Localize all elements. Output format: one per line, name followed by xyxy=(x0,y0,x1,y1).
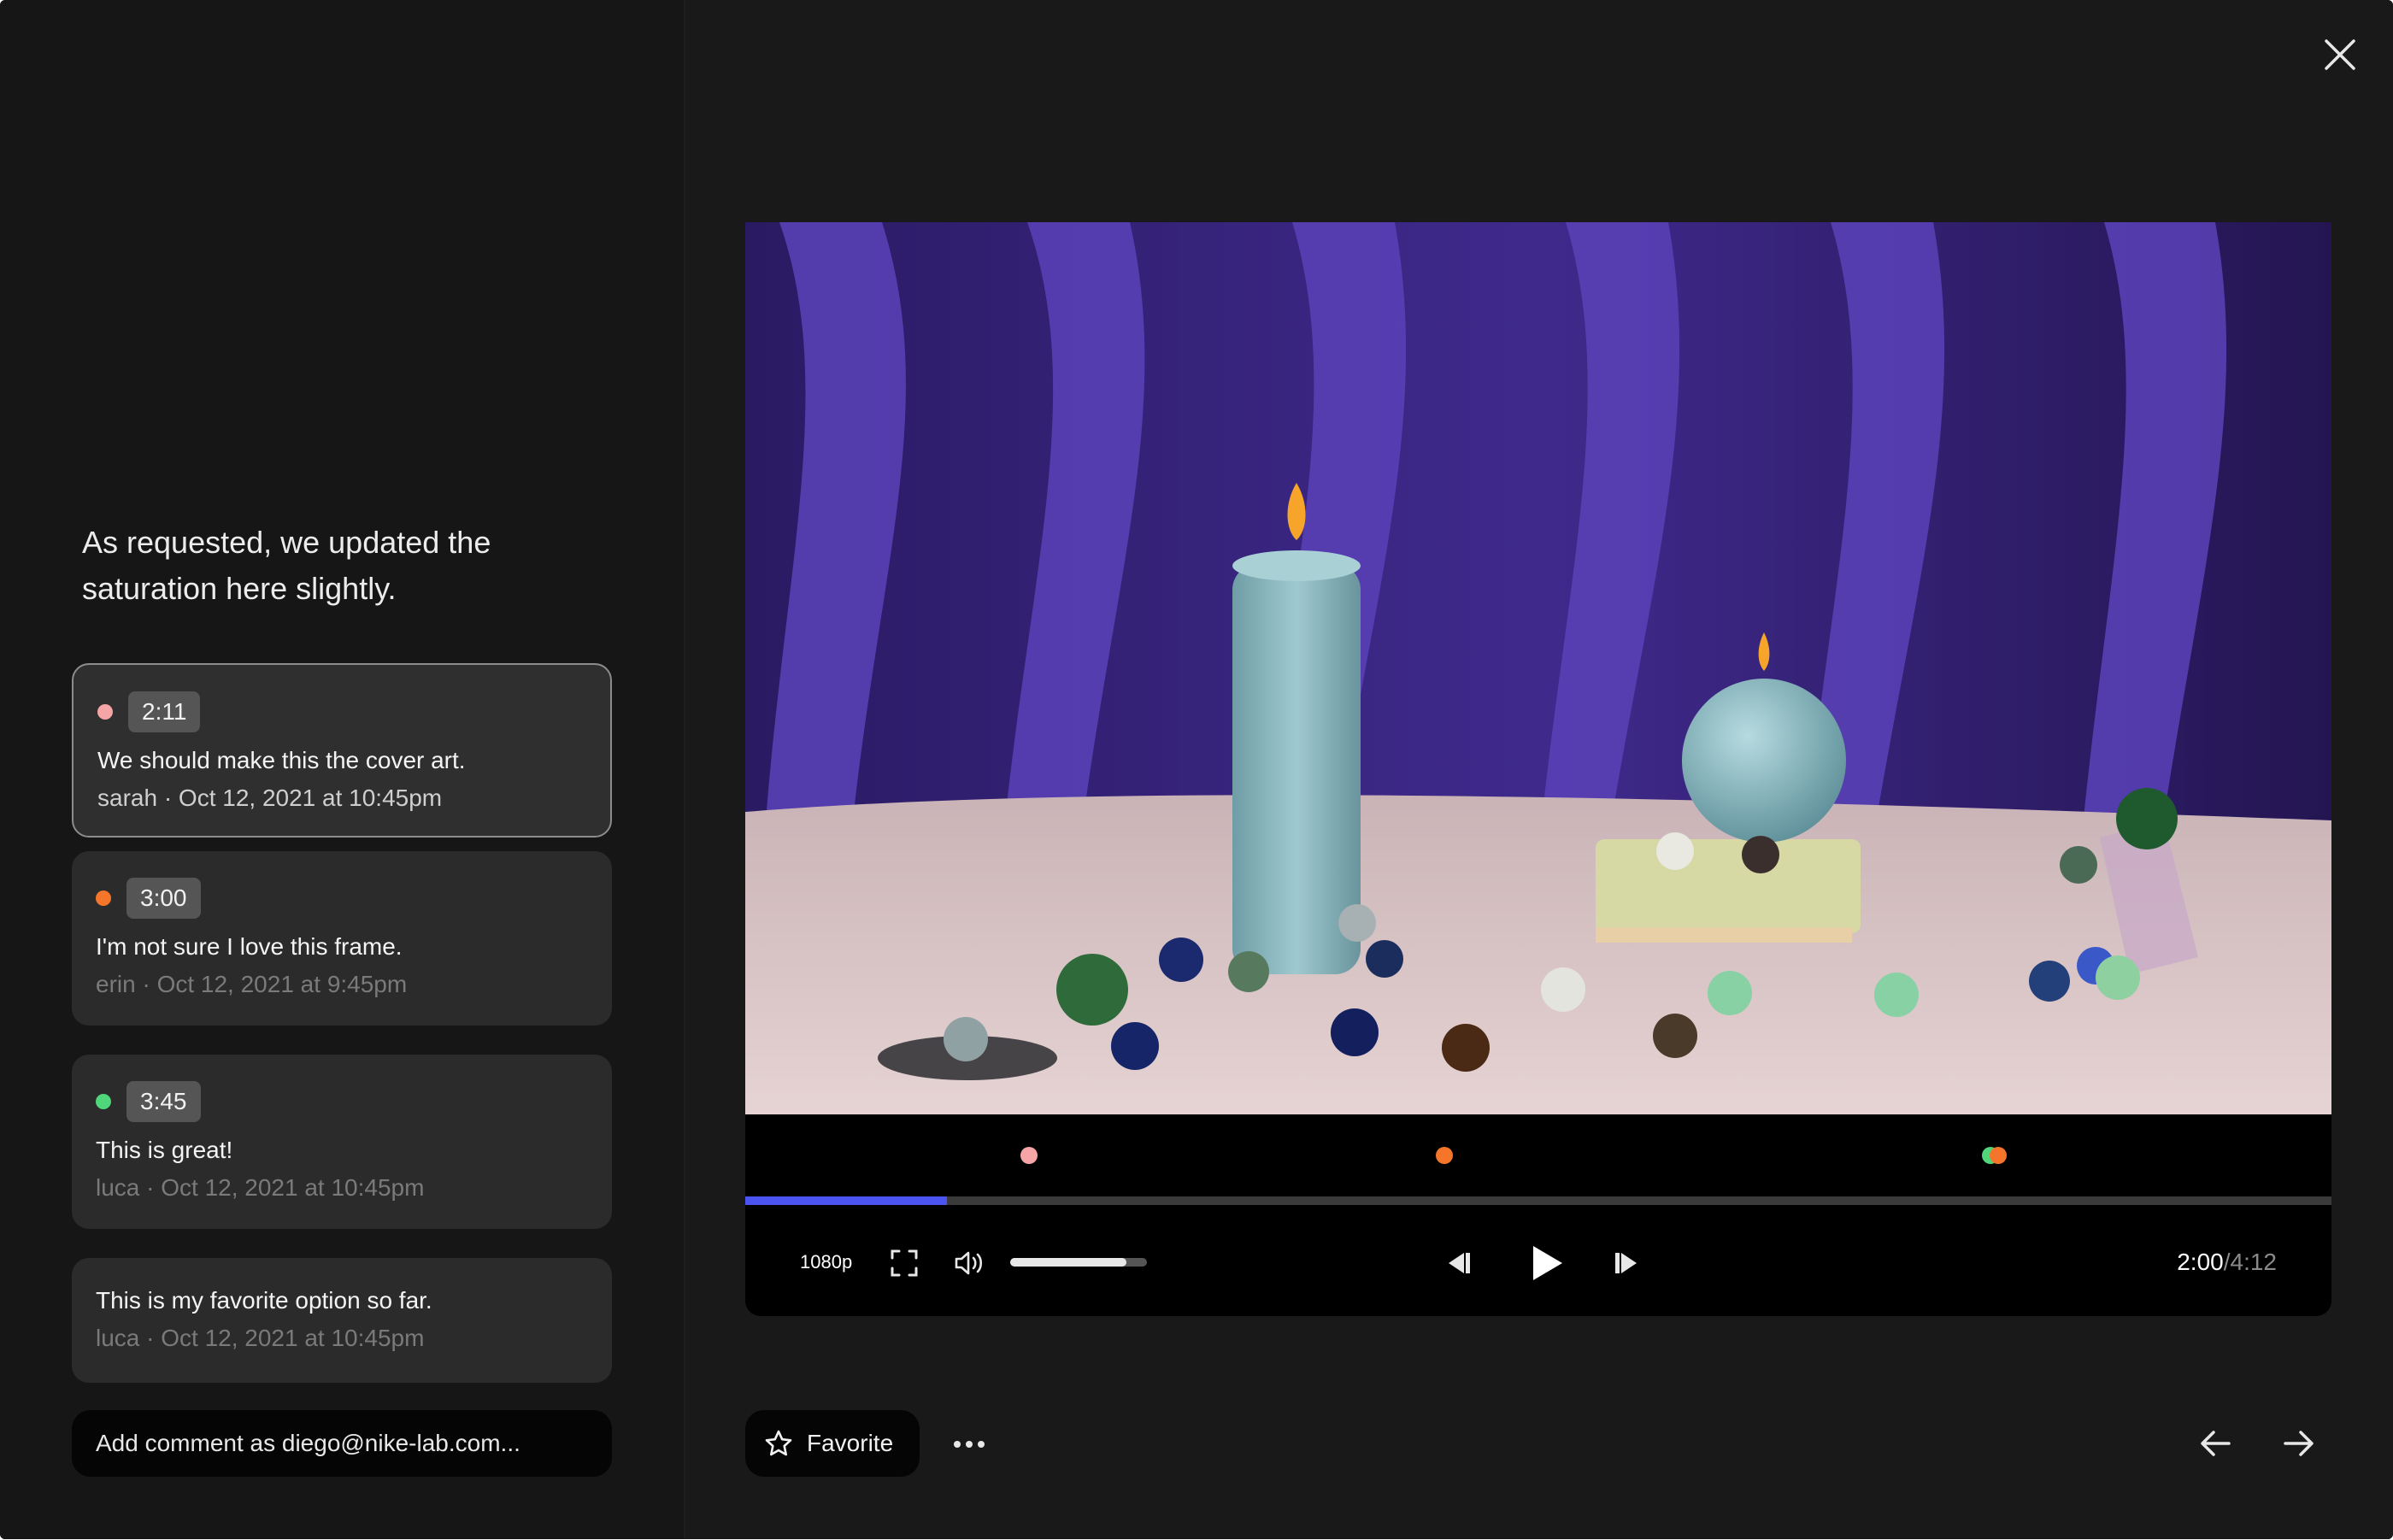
skip-forward-icon xyxy=(1615,1253,1637,1273)
volume-button[interactable] xyxy=(952,1246,986,1280)
comments-sidebar: As requested, we updated the saturation … xyxy=(0,0,685,1539)
skip-forward-button[interactable] xyxy=(1608,1244,1646,1282)
favorite-button[interactable]: Favorite xyxy=(745,1410,920,1477)
player-controls: 1080p 2:00/4:12 xyxy=(745,1205,2331,1316)
comment-color-dot xyxy=(97,704,113,720)
progress-fill xyxy=(745,1196,947,1205)
arrow-left-icon xyxy=(2201,1431,2231,1456)
fullscreen-icon xyxy=(891,1249,918,1277)
previous-asset-button[interactable] xyxy=(2196,1424,2236,1463)
comment-meta: luca · Oct 12, 2021 at 10:45pm xyxy=(96,1174,425,1201)
play-icon xyxy=(1533,1246,1562,1280)
time-display: 2:00/4:12 xyxy=(2177,1239,2277,1285)
skip-back-icon xyxy=(1449,1253,1470,1273)
player-area: 1080p 2:00/4:12 Favorite xyxy=(685,0,2393,1539)
comment-card[interactable]: 3:45 This is great! luca · Oct 12, 2021 … xyxy=(72,1055,612,1229)
close-button[interactable] xyxy=(2321,36,2359,73)
comment-card[interactable]: 3:00 I'm not sure I love this frame. eri… xyxy=(72,851,612,1026)
asset-caption: As requested, we updated the saturation … xyxy=(82,525,491,606)
arrow-right-icon xyxy=(2284,1431,2314,1456)
comment-color-dot xyxy=(96,1094,111,1109)
quality-selector[interactable]: 1080p xyxy=(800,1239,852,1285)
timestamp-badge[interactable]: 3:00 xyxy=(126,878,201,919)
more-options-button[interactable] xyxy=(950,1425,988,1463)
more-icon xyxy=(954,1441,985,1448)
timestamp-badge[interactable]: 2:11 xyxy=(128,691,201,732)
comment-marker[interactable] xyxy=(1990,1147,2008,1164)
fullscreen-button[interactable] xyxy=(887,1246,921,1280)
comment-text: I'm not sure I love this frame. xyxy=(96,933,403,960)
comment-marker[interactable] xyxy=(1436,1147,1454,1164)
favorite-label: Favorite xyxy=(807,1430,894,1456)
volume-fill xyxy=(1010,1258,1126,1267)
video-player: 1080p 2:00/4:12 xyxy=(745,222,2331,1316)
video-frame[interactable] xyxy=(745,222,2331,1114)
timestamp-badge[interactable]: 3:45 xyxy=(126,1081,201,1122)
comment-meta: luca · Oct 12, 2021 at 10:45pm xyxy=(96,1325,425,1351)
comment-meta: sarah · Oct 12, 2021 at 10:45pm xyxy=(97,785,443,811)
media-review-modal: As requested, we updated the saturation … xyxy=(0,0,2393,1539)
volume-icon xyxy=(955,1251,983,1275)
comment-text: This is great! xyxy=(96,1137,233,1163)
comment-marker[interactable] xyxy=(1020,1147,1038,1164)
volume-slider[interactable] xyxy=(1010,1258,1147,1267)
next-asset-button[interactable] xyxy=(2278,1424,2318,1463)
comment-card[interactable]: This is my favorite option so far. luca … xyxy=(72,1258,612,1383)
total-time: /4:12 xyxy=(2223,1249,2277,1275)
add-comment-input[interactable]: Add comment as diego@nike-lab.com... xyxy=(72,1410,612,1477)
close-icon xyxy=(2325,39,2355,70)
current-time: 2:00 xyxy=(2177,1249,2224,1275)
play-button[interactable] xyxy=(1523,1239,1571,1287)
star-icon xyxy=(765,1430,792,1456)
comment-markers-track xyxy=(745,1114,2331,1196)
comment-text: This is my favorite option so far. xyxy=(96,1287,432,1314)
skip-back-button[interactable] xyxy=(1439,1244,1477,1282)
comment-color-dot xyxy=(96,890,111,906)
progress-scrubber[interactable] xyxy=(745,1196,2331,1205)
still-life-image xyxy=(745,222,2331,1114)
comment-card[interactable]: 2:11 We should make this the cover art. … xyxy=(72,663,612,838)
comment-meta: erin · Oct 12, 2021 at 9:45pm xyxy=(96,971,408,997)
comment-text: We should make this the cover art. xyxy=(97,747,466,773)
